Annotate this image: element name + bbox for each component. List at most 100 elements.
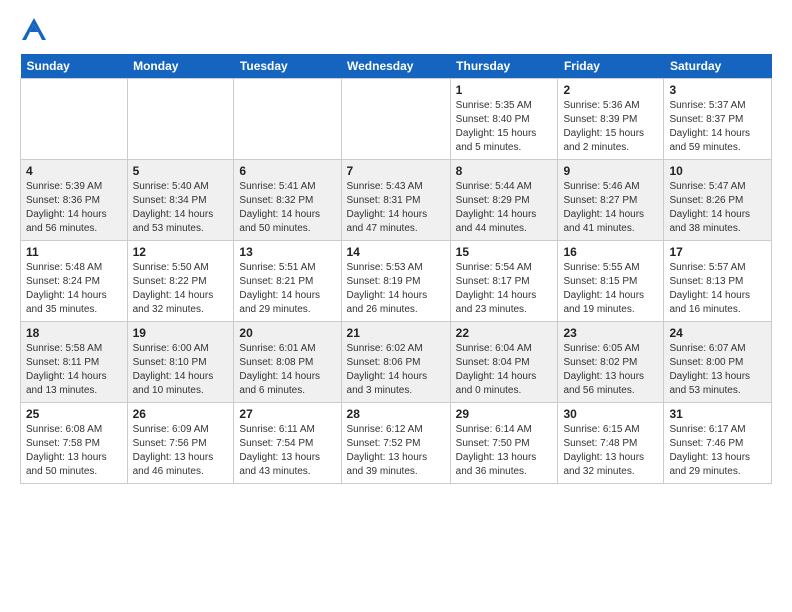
calendar-cell: 5 Sunrise: 5:40 AMSunset: 8:34 PMDaylight… (127, 160, 234, 241)
calendar-cell: 19 Sunrise: 6:00 AMSunset: 8:10 PMDayligh… (127, 322, 234, 403)
day-info: Sunrise: 6:08 AMSunset: 7:58 PMDaylight:… (26, 423, 122, 479)
calendar-cell: 29 Sunrise: 6:14 AMSunset: 7:50 PMDayligh… (450, 403, 558, 484)
day-info: Sunrise: 5:47 AMSunset: 8:26 PMDaylight:… (669, 180, 766, 236)
day-info: Sunrise: 5:53 AMSunset: 8:19 PMDaylight:… (347, 261, 445, 317)
day-number: 29 (456, 407, 553, 421)
day-info: Sunrise: 6:11 AMSunset: 7:54 PMDaylight:… (239, 423, 335, 479)
day-number: 15 (456, 245, 553, 259)
day-number: 25 (26, 407, 122, 421)
day-number: 23 (563, 326, 658, 340)
calendar-cell: 12 Sunrise: 5:50 AMSunset: 8:22 PMDayligh… (127, 241, 234, 322)
day-info: Sunrise: 5:50 AMSunset: 8:22 PMDaylight:… (133, 261, 229, 317)
day-number: 22 (456, 326, 553, 340)
calendar-cell: 13 Sunrise: 5:51 AMSunset: 8:21 PMDayligh… (234, 241, 341, 322)
day-number: 16 (563, 245, 658, 259)
day-info: Sunrise: 6:01 AMSunset: 8:08 PMDaylight:… (239, 342, 335, 398)
calendar-table: SundayMondayTuesdayWednesdayThursdayFrid… (20, 54, 772, 484)
day-number: 3 (669, 83, 766, 97)
calendar-cell: 30Sunrise: 6:15 AMSunset: 7:48 PMDayligh… (558, 403, 664, 484)
calendar-cell: 2 Sunrise: 5:36 AMSunset: 8:39 PMDaylight… (558, 79, 664, 160)
week-row-3: 11Sunrise: 5:48 AMSunset: 8:24 PMDayligh… (21, 241, 772, 322)
day-number: 30 (563, 407, 658, 421)
day-info: Sunrise: 5:55 AMSunset: 8:15 PMDaylight:… (563, 261, 658, 317)
day-info: Sunrise: 5:40 AMSunset: 8:34 PMDaylight:… (133, 180, 229, 236)
day-info: Sunrise: 6:09 AMSunset: 7:56 PMDaylight:… (133, 423, 229, 479)
calendar-cell: 16 Sunrise: 5:55 AMSunset: 8:15 PMDayligh… (558, 241, 664, 322)
calendar-cell: 7 Sunrise: 5:43 AMSunset: 8:31 PMDaylight… (341, 160, 450, 241)
day-number: 24 (669, 326, 766, 340)
weekday-wednesday: Wednesday (341, 54, 450, 79)
week-row-4: 18Sunrise: 5:58 AMSunset: 8:11 PMDayligh… (21, 322, 772, 403)
day-number: 27 (239, 407, 335, 421)
day-info: Sunrise: 5:39 AMSunset: 8:36 PMDaylight:… (26, 180, 122, 236)
day-number: 28 (347, 407, 445, 421)
calendar-cell: 26 Sunrise: 6:09 AMSunset: 7:56 PMDayligh… (127, 403, 234, 484)
day-number: 5 (133, 164, 229, 178)
day-info: Sunrise: 5:37 AMSunset: 8:37 PMDaylight:… (669, 99, 766, 155)
day-info: Sunrise: 6:07 AMSunset: 8:00 PMDaylight:… (669, 342, 766, 398)
day-info: Sunrise: 6:04 AMSunset: 8:04 PMDaylight:… (456, 342, 553, 398)
day-info: Sunrise: 6:17 AMSunset: 7:46 PMDaylight:… (669, 423, 766, 479)
day-number: 2 (563, 83, 658, 97)
calendar-cell: 31 Sunrise: 6:17 AMSunset: 7:46 PMDayligh… (664, 403, 772, 484)
day-number: 31 (669, 407, 766, 421)
day-info: Sunrise: 6:12 AMSunset: 7:52 PMDaylight:… (347, 423, 445, 479)
calendar-cell: 23 Sunrise: 6:05 AMSunset: 8:02 PMDayligh… (558, 322, 664, 403)
calendar-cell (341, 79, 450, 160)
day-number: 20 (239, 326, 335, 340)
day-info: Sunrise: 5:41 AMSunset: 8:32 PMDaylight:… (239, 180, 335, 236)
calendar-cell: 17 Sunrise: 5:57 AMSunset: 8:13 PMDayligh… (664, 241, 772, 322)
day-info: Sunrise: 6:05 AMSunset: 8:02 PMDaylight:… (563, 342, 658, 398)
calendar-header: SundayMondayTuesdayWednesdayThursdayFrid… (21, 54, 772, 79)
day-number: 21 (347, 326, 445, 340)
logo (20, 16, 50, 44)
day-info: Sunrise: 5:48 AMSunset: 8:24 PMDaylight:… (26, 261, 122, 317)
calendar-cell: 22 Sunrise: 6:04 AMSunset: 8:04 PMDayligh… (450, 322, 558, 403)
day-number: 14 (347, 245, 445, 259)
logo-icon (20, 16, 48, 44)
day-info: Sunrise: 6:14 AMSunset: 7:50 PMDaylight:… (456, 423, 553, 479)
calendar-cell: 3 Sunrise: 5:37 AMSunset: 8:37 PMDaylight… (664, 79, 772, 160)
day-info: Sunrise: 5:35 AMSunset: 8:40 PMDaylight:… (456, 99, 553, 155)
calendar-cell (234, 79, 341, 160)
calendar-cell: 6Sunrise: 5:41 AMSunset: 8:32 PMDaylight… (234, 160, 341, 241)
calendar-cell: 25 Sunrise: 6:08 AMSunset: 7:58 PMDayligh… (21, 403, 128, 484)
page: SundayMondayTuesdayWednesdayThursdayFrid… (0, 0, 792, 500)
calendar-cell (127, 79, 234, 160)
day-number: 7 (347, 164, 445, 178)
day-info: Sunrise: 5:43 AMSunset: 8:31 PMDaylight:… (347, 180, 445, 236)
calendar-cell: 14 Sunrise: 5:53 AMSunset: 8:19 PMDayligh… (341, 241, 450, 322)
day-number: 17 (669, 245, 766, 259)
calendar-cell: 20 Sunrise: 6:01 AMSunset: 8:08 PMDayligh… (234, 322, 341, 403)
calendar-cell: 27 Sunrise: 6:11 AMSunset: 7:54 PMDayligh… (234, 403, 341, 484)
day-number: 26 (133, 407, 229, 421)
calendar-cell: 11Sunrise: 5:48 AMSunset: 8:24 PMDayligh… (21, 241, 128, 322)
week-row-2: 4 Sunrise: 5:39 AMSunset: 8:36 PMDaylight… (21, 160, 772, 241)
day-info: Sunrise: 6:02 AMSunset: 8:06 PMDaylight:… (347, 342, 445, 398)
day-info: Sunrise: 5:36 AMSunset: 8:39 PMDaylight:… (563, 99, 658, 155)
day-info: Sunrise: 5:57 AMSunset: 8:13 PMDaylight:… (669, 261, 766, 317)
day-info: Sunrise: 5:58 AMSunset: 8:11 PMDaylight:… (26, 342, 122, 398)
day-number: 13 (239, 245, 335, 259)
day-number: 9 (563, 164, 658, 178)
day-info: Sunrise: 5:51 AMSunset: 8:21 PMDaylight:… (239, 261, 335, 317)
calendar-cell: 10 Sunrise: 5:47 AMSunset: 8:26 PMDayligh… (664, 160, 772, 241)
calendar-cell: 21 Sunrise: 6:02 AMSunset: 8:06 PMDayligh… (341, 322, 450, 403)
week-row-1: 1Sunrise: 5:35 AMSunset: 8:40 PMDaylight… (21, 79, 772, 160)
calendar-cell: 1Sunrise: 5:35 AMSunset: 8:40 PMDaylight… (450, 79, 558, 160)
week-row-5: 25 Sunrise: 6:08 AMSunset: 7:58 PMDayligh… (21, 403, 772, 484)
weekday-monday: Monday (127, 54, 234, 79)
day-number: 19 (133, 326, 229, 340)
weekday-friday: Friday (558, 54, 664, 79)
calendar-cell: 18Sunrise: 5:58 AMSunset: 8:11 PMDayligh… (21, 322, 128, 403)
day-number: 12 (133, 245, 229, 259)
day-info: Sunrise: 5:46 AMSunset: 8:27 PMDaylight:… (563, 180, 658, 236)
calendar-cell: 4 Sunrise: 5:39 AMSunset: 8:36 PMDaylight… (21, 160, 128, 241)
day-number: 4 (26, 164, 122, 178)
day-number: 10 (669, 164, 766, 178)
calendar-cell: 9 Sunrise: 5:46 AMSunset: 8:27 PMDaylight… (558, 160, 664, 241)
weekday-row: SundayMondayTuesdayWednesdayThursdayFrid… (21, 54, 772, 79)
day-info: Sunrise: 5:44 AMSunset: 8:29 PMDaylight:… (456, 180, 553, 236)
day-info: Sunrise: 6:00 AMSunset: 8:10 PMDaylight:… (133, 342, 229, 398)
calendar-cell: 28 Sunrise: 6:12 AMSunset: 7:52 PMDayligh… (341, 403, 450, 484)
